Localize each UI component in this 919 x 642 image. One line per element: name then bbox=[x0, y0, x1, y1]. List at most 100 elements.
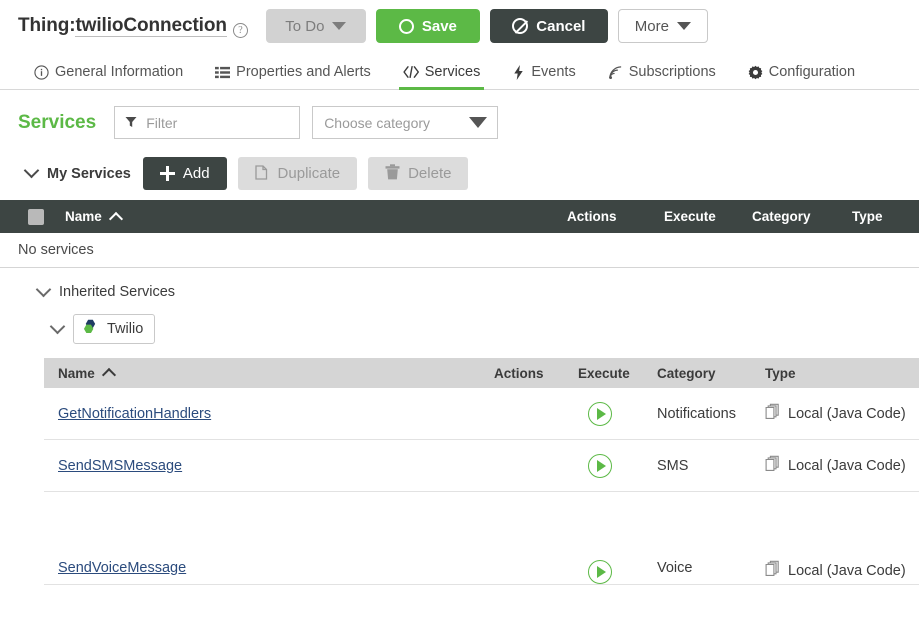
column-header-name[interactable]: Name bbox=[65, 209, 123, 226]
empty-state-row: No services bbox=[0, 233, 919, 268]
cancel-button-label: Cancel bbox=[536, 17, 586, 35]
category-cell: Notifications bbox=[657, 405, 736, 422]
chevron-down-icon bbox=[469, 117, 488, 128]
type-cell-label: Local (Java Code) bbox=[788, 405, 906, 422]
tab-configuration[interactable]: Configuration bbox=[732, 64, 871, 89]
rss-signal-icon bbox=[608, 65, 623, 80]
chevron-up-icon bbox=[101, 367, 116, 383]
page-root: Thing:twilioConnection? To Do Save Cance… bbox=[0, 0, 919, 642]
duplicate-button-label: Duplicate bbox=[277, 165, 341, 182]
tab-label: Properties and Alerts bbox=[236, 64, 371, 80]
inherited-column-header-actions[interactable]: Actions bbox=[494, 366, 544, 381]
lightning-bolt-icon bbox=[512, 64, 525, 80]
help-circle-icon[interactable]: ? bbox=[232, 23, 248, 38]
tab-label: Services bbox=[424, 64, 481, 80]
delete-button-label: Delete bbox=[408, 165, 452, 182]
chevron-down-icon bbox=[332, 22, 347, 30]
my-services-toolbar: My Services Add Duplicate Delete bbox=[0, 151, 919, 200]
play-circle-icon[interactable] bbox=[588, 401, 612, 426]
column-header-name-label: Name bbox=[65, 209, 102, 224]
chevron-down-icon[interactable] bbox=[23, 162, 40, 179]
table-row[interactable]: SendVoiceMessage Voice Local (Java Code) bbox=[44, 492, 919, 585]
tab-label: Events bbox=[531, 64, 576, 80]
inherited-column-header-name[interactable]: Name bbox=[58, 366, 116, 383]
add-button[interactable]: Add bbox=[142, 157, 227, 190]
chevron-down-icon[interactable] bbox=[49, 318, 66, 334]
table-header-row: Name Actions Execute Category Type bbox=[0, 200, 919, 233]
plus-icon bbox=[159, 166, 175, 181]
tab-subscriptions[interactable]: Subscriptions bbox=[592, 64, 732, 89]
column-header-actions[interactable]: Actions bbox=[567, 209, 617, 224]
stacked-pages-icon bbox=[765, 455, 781, 476]
category-select[interactable]: Choose category bbox=[312, 106, 499, 139]
column-header-execute[interactable]: Execute bbox=[664, 209, 716, 224]
inherited-services-toggle[interactable]: Inherited Services bbox=[0, 268, 919, 300]
code-brackets-icon bbox=[403, 65, 419, 79]
list-icon bbox=[215, 65, 231, 80]
column-header-type[interactable]: Type bbox=[852, 209, 883, 224]
type-cell: Local (Java Code) bbox=[765, 560, 906, 581]
page-title: Thing:twilioConnection? bbox=[18, 15, 248, 38]
inherited-column-header-type[interactable]: Type bbox=[765, 366, 796, 381]
chevron-up-icon bbox=[108, 211, 123, 226]
execute-cell bbox=[588, 453, 612, 478]
service-name-link[interactable]: SendVoiceMessage bbox=[58, 560, 186, 576]
twilio-entity-badge[interactable]: Twilio bbox=[73, 314, 156, 344]
type-cell: Local (Java Code) bbox=[765, 403, 906, 424]
table-row[interactable]: GetNotificationHandlers Notifications Lo… bbox=[44, 388, 919, 440]
services-heading: Services bbox=[18, 111, 97, 133]
my-services-label: My Services bbox=[47, 165, 131, 182]
todo-button[interactable]: To Do bbox=[265, 9, 366, 43]
play-circle-icon[interactable] bbox=[588, 453, 612, 478]
play-circle-icon[interactable] bbox=[588, 560, 612, 584]
tab-label: Subscriptions bbox=[628, 64, 716, 80]
filter-input[interactable]: Filter bbox=[146, 115, 177, 131]
stacked-pages-icon bbox=[765, 403, 781, 424]
todo-button-label: To Do bbox=[285, 17, 325, 35]
gear-icon bbox=[748, 65, 763, 80]
add-button-label: Add bbox=[182, 165, 210, 182]
execute-cell bbox=[588, 401, 612, 426]
save-button[interactable]: Save bbox=[375, 9, 480, 43]
cancel-button[interactable]: Cancel bbox=[489, 9, 608, 43]
tab-properties-and-alerts[interactable]: Properties and Alerts bbox=[199, 64, 387, 89]
more-button[interactable]: More bbox=[617, 9, 708, 43]
inherited-services-label: Inherited Services bbox=[59, 284, 176, 300]
table-row[interactable]: SendSMSMessage SMS Local (Java Code) bbox=[44, 440, 919, 492]
stacked-pages-icon bbox=[765, 560, 781, 581]
chevron-down-icon[interactable] bbox=[35, 281, 52, 297]
tab-general-information[interactable]: General Information bbox=[18, 64, 199, 89]
tab-events[interactable]: Events bbox=[496, 64, 591, 89]
duplicate-button[interactable]: Duplicate bbox=[237, 157, 358, 190]
column-header-category[interactable]: Category bbox=[752, 209, 811, 224]
category-cell: SMS bbox=[657, 457, 689, 474]
chevron-down-icon bbox=[676, 22, 691, 30]
type-cell-label: Local (Java Code) bbox=[788, 457, 906, 474]
page-title-prefix: Thing: bbox=[18, 15, 76, 36]
inherited-table-header-row: Name Actions Execute Category Type bbox=[44, 358, 919, 388]
category-cell: Voice bbox=[657, 560, 693, 576]
service-name-link[interactable]: GetNotificationHandlers bbox=[58, 406, 211, 422]
twilio-hexagon-icon bbox=[81, 318, 100, 341]
select-all-checkbox[interactable] bbox=[28, 208, 44, 225]
page-header: Thing:twilioConnection? To Do Save Cance… bbox=[0, 0, 919, 52]
category-select-label: Choose category bbox=[324, 114, 431, 131]
info-circle-icon bbox=[34, 64, 49, 80]
inherited-entity-row: Twilio bbox=[0, 300, 919, 344]
tab-bar: General Information Properties and Alert… bbox=[0, 52, 919, 90]
inherited-services-table: Name Actions Execute Category Type GetNo… bbox=[44, 358, 919, 585]
execute-cell bbox=[588, 560, 612, 584]
my-services-table: Name Actions Execute Category Type No se… bbox=[0, 200, 919, 268]
twilio-entity-label: Twilio bbox=[107, 321, 144, 337]
filter-input-wrapper[interactable]: Filter bbox=[114, 106, 301, 139]
save-button-label: Save bbox=[421, 17, 457, 35]
inherited-column-header-category[interactable]: Category bbox=[657, 366, 716, 381]
tab-label: General Information bbox=[55, 64, 184, 80]
trash-icon bbox=[385, 163, 400, 184]
type-cell-label: Local (Java Code) bbox=[788, 562, 906, 579]
copy-icon bbox=[254, 164, 270, 184]
tab-services[interactable]: Services bbox=[387, 64, 497, 90]
delete-button[interactable]: Delete bbox=[368, 157, 469, 190]
inherited-column-header-execute[interactable]: Execute bbox=[578, 366, 630, 381]
service-name-link[interactable]: SendSMSMessage bbox=[58, 458, 182, 474]
